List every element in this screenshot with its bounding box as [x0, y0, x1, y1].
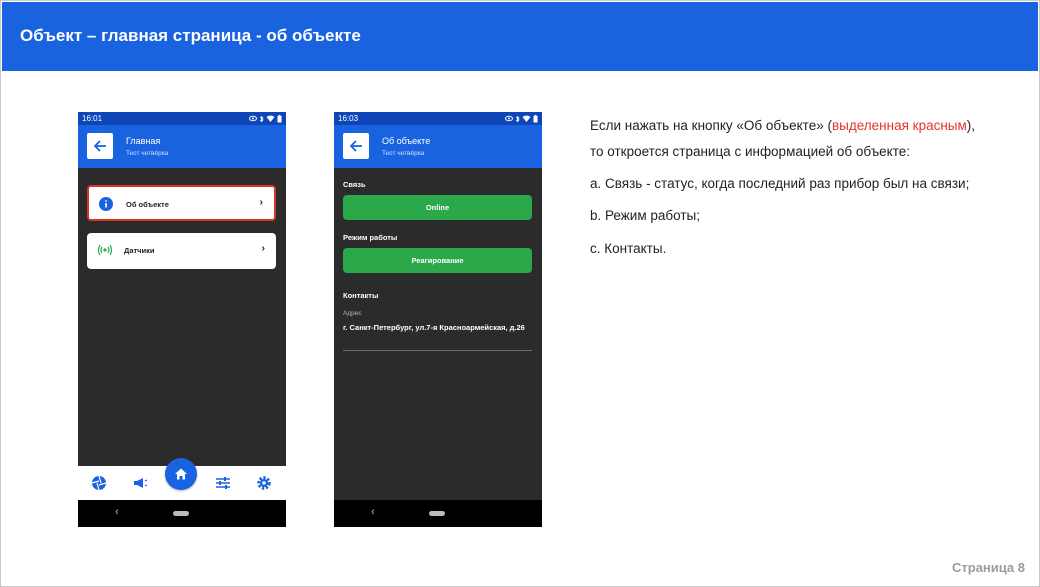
- system-home-pill[interactable]: [173, 511, 189, 516]
- home-icon: [175, 468, 187, 480]
- sensors-card[interactable]: Датчики ›: [87, 233, 276, 269]
- chevron-right-icon: ›: [259, 197, 263, 208]
- status-bar: 16:03: [334, 112, 542, 125]
- card-label: Датчики: [124, 246, 155, 255]
- system-navigation-bar: ‹: [334, 500, 542, 527]
- status-icons: [249, 112, 282, 125]
- arrow-left-icon: [93, 140, 106, 152]
- eye-icon: [505, 115, 513, 122]
- app-title: Об объекте: [382, 136, 431, 146]
- about-object-card[interactable]: Об объекте ›: [87, 185, 276, 221]
- slide-title: Объект – главная страница - об объекте: [20, 26, 361, 45]
- gear-icon[interactable]: [256, 475, 272, 491]
- description-text: ),: [966, 118, 976, 133]
- info-icon: [99, 197, 113, 211]
- description-item-a: a. Связь - статус, когда последний раз п…: [590, 176, 970, 191]
- description-line-1: Если нажать на кнопку «Об объекте» (выде…: [590, 118, 975, 133]
- megaphone-icon[interactable]: [132, 475, 148, 491]
- description-item-b: b. Режим работы;: [590, 208, 700, 223]
- bottom-navigation: [78, 458, 286, 500]
- mode-status-button[interactable]: Реагирование: [343, 248, 532, 273]
- battery-icon: [533, 114, 538, 122]
- back-button[interactable]: [343, 133, 369, 159]
- home-button[interactable]: [165, 458, 197, 490]
- divider: [343, 350, 532, 351]
- description-item-c: c. Контакты.: [590, 241, 667, 256]
- phone-screenshot-main: 16:01 Главная Тест четвёрка Об объекте ›…: [78, 112, 286, 527]
- address-label: Адрес: [343, 310, 362, 317]
- status-time: 16:01: [82, 114, 103, 123]
- description-text: Если нажать на кнопку «Об объекте» (: [590, 118, 832, 133]
- sensor-icon: [97, 244, 113, 256]
- system-navigation-bar: ‹: [78, 500, 286, 527]
- status-time: 16:03: [338, 114, 359, 123]
- app-subtitle: Тест четвёрка: [382, 150, 425, 157]
- system-back-icon[interactable]: ‹: [115, 506, 119, 518]
- app-subtitle: Тест четвёрка: [126, 150, 169, 157]
- connection-label: Связь: [343, 180, 366, 189]
- description-highlight: выделенная красным: [831, 118, 967, 133]
- bluetooth-icon: [515, 115, 520, 122]
- sliders-icon[interactable]: [215, 475, 231, 491]
- eye-icon: [249, 115, 257, 122]
- connection-status-button[interactable]: Online: [343, 195, 532, 220]
- wifi-icon: [266, 115, 275, 122]
- status-icons: [505, 112, 538, 125]
- phone-screenshot-about: 16:03 Об объекте Тест четвёрка Связь Onl…: [334, 112, 542, 527]
- app-title: Главная: [126, 136, 161, 146]
- card-label: Об объекте: [126, 200, 169, 209]
- arrow-left-icon: [349, 140, 362, 152]
- slide-header: Объект – главная страница - об объекте: [2, 2, 1038, 71]
- app-bar: Об объекте Тест четвёрка: [334, 125, 542, 168]
- address-value: г. Санкт-Петербург, ул.7-я Красноармейск…: [343, 323, 525, 332]
- bluetooth-icon: [259, 115, 264, 122]
- slide: Объект – главная страница - об объекте 1…: [0, 0, 1040, 587]
- system-home-pill[interactable]: [429, 511, 445, 516]
- wifi-icon: [522, 115, 531, 122]
- page-number: Страница 8: [952, 560, 1025, 575]
- battery-icon: [277, 114, 282, 122]
- app-bar: Главная Тест четвёрка: [78, 125, 286, 168]
- system-back-icon[interactable]: ‹: [371, 506, 375, 518]
- status-bar: 16:01: [78, 112, 286, 125]
- shutter-icon[interactable]: [91, 475, 107, 491]
- chevron-right-icon: ›: [261, 243, 265, 254]
- back-button[interactable]: [87, 133, 113, 159]
- contacts-label: Контакты: [343, 291, 379, 300]
- mode-label: Режим работы: [343, 233, 398, 242]
- description-line-2: то откроется страница с информацией об о…: [590, 144, 911, 159]
